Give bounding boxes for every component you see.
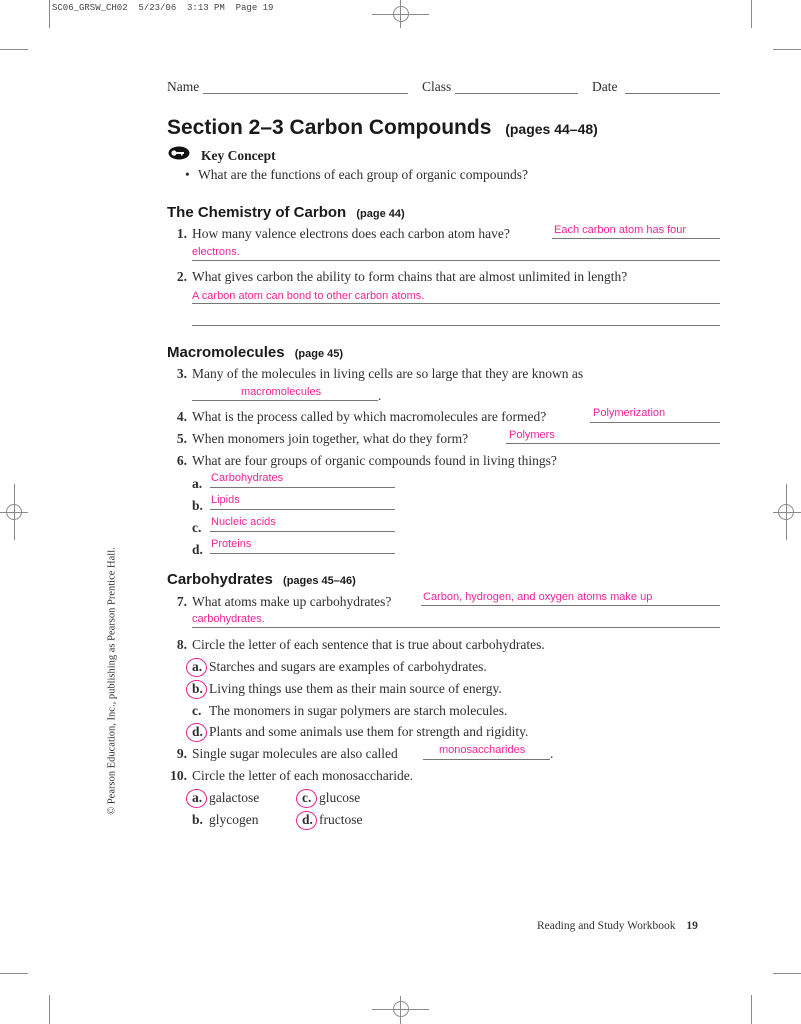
crop-mark [0, 973, 28, 974]
option-letter[interactable]: c. [192, 703, 201, 719]
question-text: What are four groups of organic compound… [192, 453, 557, 468]
option-text: glucose [319, 790, 361, 805]
answer-line[interactable] [423, 759, 550, 760]
option-text: glycogen [209, 812, 259, 827]
item-letter: a. [192, 476, 203, 491]
option-text: Plants and some animals use them for str… [209, 724, 529, 739]
option-text: fructose [319, 812, 363, 827]
option-text: Living things use them as their main sou… [209, 681, 502, 696]
question-number: 8. [176, 637, 187, 652]
answer-text: macromolecules [241, 386, 322, 398]
question-number: 4. [176, 409, 187, 424]
section-heading: The Chemistry of Carbon (page 44) [167, 204, 405, 221]
answer-line[interactable] [552, 238, 720, 239]
answer-text: Carbohydrates [211, 472, 284, 484]
section-pages: (pages 44–48) [505, 121, 598, 137]
question-number: 5. [176, 431, 187, 446]
footer: Reading and Study Workbook 19 [537, 920, 698, 932]
date-field[interactable] [625, 93, 720, 94]
answer-text: Carbon, hydrogen, and oxygen atoms make … [423, 591, 653, 603]
answer-text: Nucleic acids [211, 516, 276, 528]
answer-text: carbohydrates. [192, 613, 265, 625]
answer-line[interactable] [210, 531, 395, 532]
class-label: Class [422, 79, 452, 94]
name-label: Name [167, 79, 200, 94]
answer-text: Each carbon atom has four [554, 224, 687, 236]
answer-line[interactable] [590, 422, 720, 423]
copyright-notice: © Pearson Education, Inc., publishing as… [106, 547, 118, 815]
answer-text: Proteins [211, 538, 252, 550]
item-letter: c. [192, 520, 202, 535]
question-number: 10. [170, 768, 187, 783]
class-field[interactable] [455, 93, 578, 94]
option-text: Starches and sugars are examples of carb… [209, 659, 487, 674]
name-field[interactable] [203, 93, 408, 94]
option-letter[interactable]: a. [192, 659, 202, 675]
answer-text: Polymerization [593, 407, 666, 419]
answer-text: electrons. [192, 246, 240, 258]
question-number: 6. [176, 453, 187, 468]
answer-line[interactable] [192, 400, 378, 401]
period: . [550, 746, 554, 761]
question-number: 9. [176, 746, 187, 761]
question-number: 1. [176, 226, 187, 241]
date-label: Date [592, 79, 618, 94]
crop-mark [773, 49, 801, 50]
key-concept-question: What are the functions of each group of … [198, 167, 529, 182]
crop-mark [0, 49, 28, 50]
item-letter: d. [192, 542, 203, 557]
option-letter[interactable]: c. [302, 790, 311, 806]
question-text: When monomers join together, what do the… [192, 431, 469, 446]
section-heading: Carbohydrates (pages 45–46) [167, 571, 356, 588]
key-icon [168, 146, 190, 160]
option-letter[interactable]: d. [192, 724, 203, 740]
answer-line[interactable] [192, 627, 720, 628]
crop-mark [773, 973, 801, 974]
question-text: Many of the molecules in living cells ar… [192, 366, 584, 381]
question-number: 2. [176, 269, 187, 284]
crop-mark [751, 0, 752, 28]
section-title: Section 2–3 Carbon Compounds [167, 116, 492, 139]
answer-line[interactable] [192, 303, 720, 304]
question-text: Single sugar molecules are also called [192, 746, 398, 761]
question-text: Circle the letter of each monosaccharide… [192, 768, 414, 783]
answer-line[interactable] [506, 443, 720, 444]
question-text: Circle the letter of each sentence that … [192, 637, 545, 652]
answer-text: A carbon atom can bond to other carbon a… [192, 290, 425, 302]
answer-line[interactable] [210, 553, 395, 554]
option-letter[interactable]: a. [192, 790, 202, 806]
question-number: 3. [176, 366, 187, 381]
question-text: What gives carbon the ability to form ch… [192, 269, 628, 284]
section-heading: Macromolecules (page 45) [167, 344, 344, 361]
answer-line[interactable] [210, 487, 395, 488]
period: . [378, 388, 382, 403]
answer-text: monosaccharides [439, 744, 526, 756]
answer-text: Polymers [509, 429, 555, 441]
footer-book-title: Reading and Study Workbook [537, 920, 676, 932]
crop-mark [751, 995, 752, 1024]
print-slug: SC06_GRSW_CH02 5/23/06 3:13 PM Page 19 [52, 3, 274, 13]
option-text: The monomers in sugar polymers are starc… [209, 703, 508, 718]
answer-line[interactable] [210, 509, 395, 510]
bullet-dot: • [185, 167, 190, 182]
page-title: Section 2–3 Carbon Compounds (pages 44–4… [167, 116, 598, 140]
crop-mark [49, 0, 50, 28]
answer-line[interactable] [192, 260, 720, 261]
crop-mark [49, 995, 50, 1024]
answer-line[interactable] [421, 605, 720, 606]
item-letter: b. [192, 498, 203, 513]
option-letter[interactable]: d. [302, 812, 313, 828]
question-text: What atoms make up carbohydrates? [192, 594, 392, 609]
option-letter[interactable]: b. [192, 681, 203, 697]
option-text: galactose [209, 790, 260, 805]
question-number: 7. [176, 594, 187, 609]
question-text: What is the process called by which macr… [192, 409, 547, 424]
answer-line[interactable] [192, 325, 720, 326]
question-text: How many valence electrons does each car… [192, 226, 510, 241]
page-number: 19 [686, 920, 698, 932]
answer-text: Lipids [211, 494, 240, 506]
option-letter[interactable]: b. [192, 812, 203, 828]
key-concept-label: Key Concept [201, 148, 276, 163]
